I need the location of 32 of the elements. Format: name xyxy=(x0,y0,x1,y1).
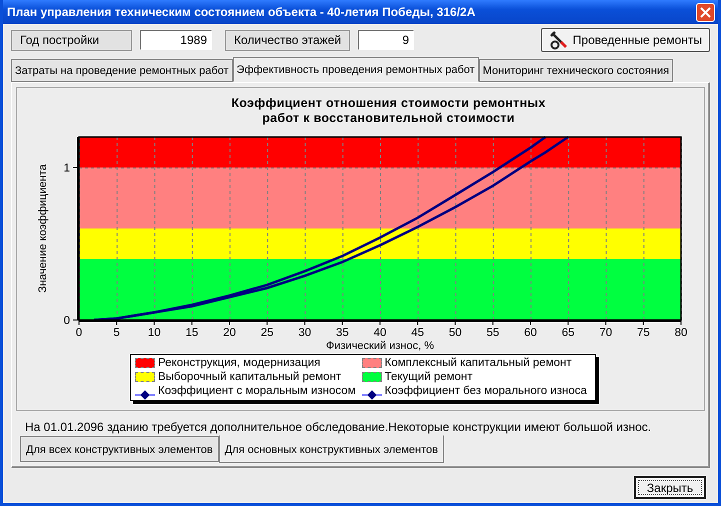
legend-label: Реконструкция, модернизация xyxy=(158,357,320,369)
x-tick-label: 10 xyxy=(148,327,161,339)
legend-label: Коэффициент с моральным износом xyxy=(158,385,356,397)
x-tick-label: 80 xyxy=(674,327,688,339)
x-tick-label: 55 xyxy=(486,327,500,339)
x-tick-label: 45 xyxy=(411,327,424,339)
chart-title: Коэффициент отношения стоимости ремонтных работ к восстановительной стоимости xyxy=(230,96,547,126)
window-title: План управления техническим состоянием объекта - 40-летия Победы, 316/2А xyxy=(7,5,476,19)
x-tick-label: 35 xyxy=(336,327,349,339)
x-axis-title: Физический износ, % xyxy=(326,340,434,352)
x-tick-label: 5 xyxy=(113,327,120,339)
field-label: Год постройки xyxy=(11,30,132,50)
legend-label: Коэффициент без морального износа xyxy=(384,385,587,397)
field-label: Количество этажей xyxy=(225,30,350,50)
legend-label: Выборочный капитальный ремонт xyxy=(158,371,342,383)
y-tick-label: 1 xyxy=(64,162,70,174)
x-tick-label: 20 xyxy=(223,327,236,339)
y-axis-title: Значение коэффициента xyxy=(37,164,49,293)
x-tick-label: 25 xyxy=(260,327,274,339)
x-tick-label: 30 xyxy=(298,327,312,339)
x-tick-label: 60 xyxy=(524,327,537,339)
legend-label: Текущий ремонт xyxy=(384,371,473,383)
x-tick-label: 15 xyxy=(185,327,198,339)
y-tick-label: 0 xyxy=(64,315,70,327)
status-message: На 01.01.2096 зданию требуется дополнительное обследование.Некоторые конструкции имеют большой износ. xyxy=(25,420,652,434)
x-tick-label: 75 xyxy=(636,327,650,339)
x-tick-label: 65 xyxy=(562,327,575,339)
x-tick-label: 70 xyxy=(599,327,612,339)
legend-label: Комплексный капитальный ремонт xyxy=(384,357,572,369)
x-tick-label: 50 xyxy=(448,327,462,339)
x-tick-label: 40 xyxy=(374,327,386,339)
x-tick-label: 0 xyxy=(76,327,82,339)
